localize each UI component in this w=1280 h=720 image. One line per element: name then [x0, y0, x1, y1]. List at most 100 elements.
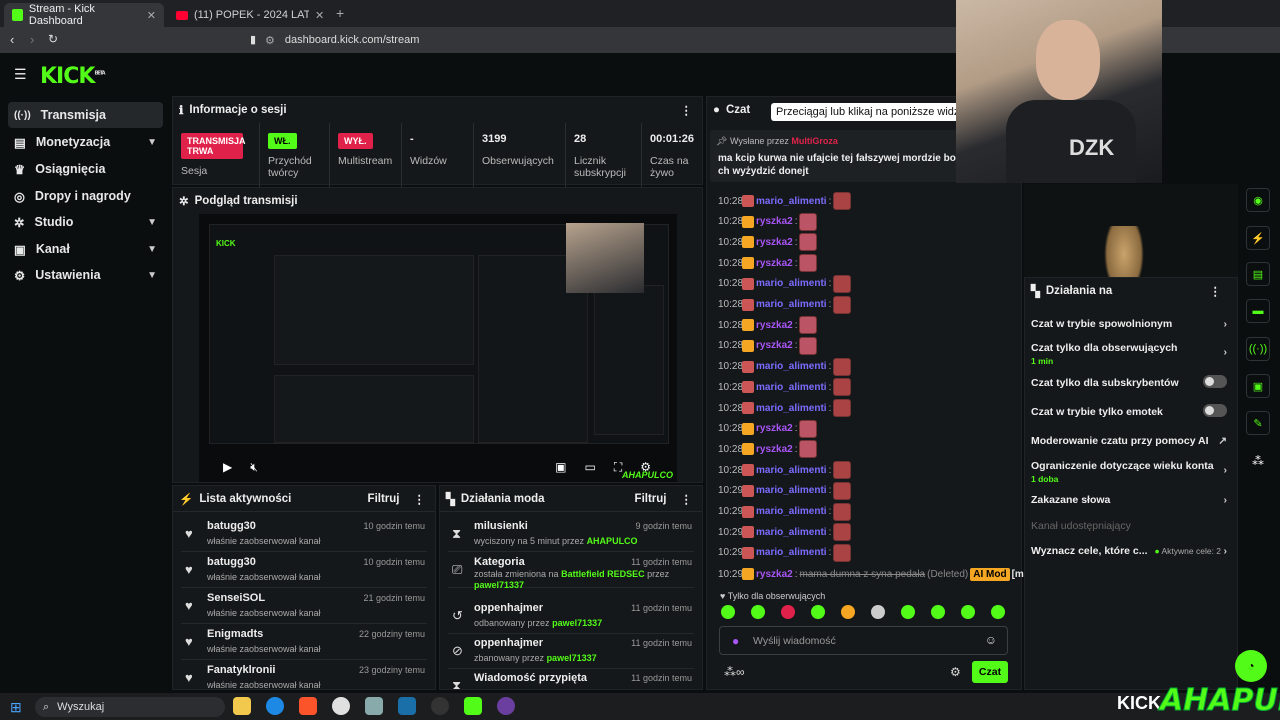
- sidebar-item-monetyzacja[interactable]: ▤ Monetyzacja ▼: [8, 129, 163, 155]
- mod-target[interactable]: oppenhajmer: [474, 637, 543, 649]
- sidebar-item-kanal[interactable]: ▣ Kanał ▼: [8, 236, 163, 262]
- forward-icon[interactable]: ›: [30, 32, 34, 47]
- emote-icon[interactable]: [931, 605, 945, 619]
- chat-user[interactable]: mario_alimenti: [756, 403, 827, 414]
- lightning-widget-icon[interactable]: ⚡: [1246, 226, 1270, 250]
- chat-user[interactable]: mario_alimenti: [756, 361, 827, 372]
- tools-widget-icon[interactable]: ✎: [1246, 411, 1270, 435]
- browser-tab-active[interactable]: Stream - Kick Dashboard ✕: [4, 3, 164, 27]
- activity-user[interactable]: batugg30: [207, 556, 256, 568]
- chat-user[interactable]: mario_alimenti: [756, 299, 827, 310]
- mute-icon[interactable]: 🔇︎: [250, 460, 258, 475]
- followers-only-item[interactable]: Czat tylko dla obserwujących 1 min ›: [1031, 342, 1227, 366]
- chat-user[interactable]: mario_alimenti: [756, 465, 827, 476]
- app-icon[interactable]: [497, 697, 515, 715]
- emote-icon[interactable]: [841, 605, 855, 619]
- activity-user[interactable]: batugg30: [207, 520, 256, 532]
- chat-user[interactable]: mario_alimenti: [756, 278, 827, 289]
- sidebar-item-transmisja[interactable]: ((·)) Transmisja: [8, 102, 163, 128]
- obs-icon[interactable]: [431, 697, 449, 715]
- activity-user[interactable]: Fanatyklronii: [207, 664, 275, 676]
- more-icon[interactable]: ⋮: [681, 492, 693, 506]
- play-icon[interactable]: ▶: [223, 460, 232, 474]
- chat-settings-icon[interactable]: ⚙: [950, 665, 961, 679]
- taskbar-search[interactable]: ⌕ Wyszukaj: [35, 697, 225, 717]
- help-chat-icon[interactable]: ◔: [1235, 650, 1267, 682]
- slow-mode-item[interactable]: Czat w trybie spowolnionym ›: [1031, 318, 1227, 330]
- emote-icon[interactable]: [901, 605, 915, 619]
- back-icon[interactable]: ‹: [10, 32, 14, 47]
- notes-widget-icon[interactable]: ▤: [1246, 262, 1270, 286]
- sidebar-item-dropy[interactable]: ◎ Dropy i nagrody: [8, 183, 163, 209]
- toggle-switch[interactable]: [1203, 375, 1227, 388]
- pinned-user[interactable]: MultiGroza: [791, 136, 838, 146]
- site-info-icon[interactable]: ⚙: [265, 34, 275, 47]
- chrome-icon[interactable]: [332, 697, 350, 715]
- file-explorer-icon[interactable]: [233, 697, 251, 715]
- filter-button[interactable]: Filtruj: [635, 493, 667, 505]
- goals-item[interactable]: Wyznacz cele, które c... ● Aktywne cele:…: [1031, 545, 1227, 557]
- kick-app-icon[interactable]: [464, 697, 482, 715]
- theatre-icon[interactable]: ▭: [584, 460, 595, 474]
- emote-icon[interactable]: [871, 605, 885, 619]
- chat-user[interactable]: mario_alimenti: [756, 527, 827, 538]
- clip-icon[interactable]: ▣: [555, 460, 566, 474]
- points-widget-icon[interactable]: ⁂: [1252, 454, 1264, 468]
- layout-widget-icon[interactable]: ▣: [1246, 374, 1270, 398]
- mod-user[interactable]: pawel71337: [552, 618, 602, 628]
- chat-widget-icon[interactable]: ▬: [1246, 299, 1270, 323]
- kick-logo[interactable]: KICKBETA: [40, 64, 106, 89]
- mod-user[interactable]: pawel71337: [547, 653, 597, 663]
- video-player[interactable]: KICK ▶ 🔇︎ ▣ ▭ ⛶ ⚙ AHAPULCO: [199, 214, 677, 482]
- chat-user[interactable]: ryszka2: [756, 216, 793, 227]
- chat-user[interactable]: mario_alimenti: [756, 506, 827, 517]
- new-tab-icon[interactable]: +: [336, 5, 344, 21]
- mic-icon[interactable]: ●: [732, 634, 739, 648]
- chat-user[interactable]: ryszka2: [756, 258, 793, 269]
- address-bar[interactable]: ⚙ dashboard.kick.com/stream ↗: [265, 30, 965, 50]
- more-icon[interactable]: ⋮: [414, 492, 426, 506]
- bookmark-icon[interactable]: ▮: [250, 33, 256, 46]
- steam-icon[interactable]: [398, 697, 416, 715]
- toggle-switch[interactable]: [1203, 404, 1227, 417]
- browser-tab[interactable]: (11) POPEK - 2024 LATO (Official ✕: [168, 3, 333, 27]
- ai-moderation-item[interactable]: Moderowanie czatu przy pomocy AI ↗: [1031, 435, 1227, 447]
- send-chat-button[interactable]: Czat: [972, 661, 1008, 683]
- chat-user[interactable]: ryszka2: [756, 423, 793, 434]
- chat-user[interactable]: ryszka2: [756, 237, 793, 248]
- emote-icon[interactable]: [751, 605, 765, 619]
- broadcast-widget-icon[interactable]: ((·)): [1246, 337, 1270, 361]
- chat-user[interactable]: mario_alimenti: [756, 547, 827, 558]
- banned-words-item[interactable]: Zakazane słowa ›: [1031, 494, 1227, 506]
- more-icon[interactable]: ⋮: [681, 103, 693, 117]
- close-tab-icon[interactable]: ✕: [147, 9, 156, 22]
- mod-user[interactable]: AHAPULCO: [587, 536, 638, 546]
- chat-user[interactable]: ryszka2: [756, 340, 793, 351]
- mod-user[interactable]: pawel71337: [474, 580, 524, 590]
- emote-icon[interactable]: [961, 605, 975, 619]
- chat-user[interactable]: mario_alimenti: [756, 485, 827, 496]
- sidebar-item-ustawienia[interactable]: ⚙ Ustawienia ▼: [8, 262, 163, 288]
- activity-user[interactable]: Enigmadts: [207, 628, 263, 640]
- chat-user[interactable]: ryszka2: [756, 569, 793, 580]
- activity-user[interactable]: SenseiSOL: [207, 592, 265, 604]
- sidebar-item-studio[interactable]: ✲ Studio ▼: [8, 209, 163, 235]
- reload-icon[interactable]: ↻: [48, 32, 58, 46]
- account-age-item[interactable]: Ograniczenie dotyczące wieku konta 1 doba…: [1031, 460, 1227, 484]
- camera-widget-icon[interactable]: ◉: [1246, 188, 1270, 212]
- emoji-icon[interactable]: ☺: [985, 633, 997, 647]
- sidebar-item-osiagniecia[interactable]: ♛ Osiągnięcia: [8, 156, 163, 182]
- chat-input[interactable]: ● Wyślij wiadomość ☺: [719, 626, 1008, 655]
- edge-icon[interactable]: [266, 697, 284, 715]
- app-icon[interactable]: [365, 697, 383, 715]
- chat-user[interactable]: mario_alimenti: [756, 196, 827, 207]
- emote-icon[interactable]: [781, 605, 795, 619]
- close-tab-icon[interactable]: ✕: [315, 9, 324, 22]
- mod-target[interactable]: milusienki: [474, 520, 528, 532]
- windows-start-icon[interactable]: ⊞: [10, 699, 22, 716]
- more-icon[interactable]: ⋮: [1210, 284, 1222, 298]
- filter-button[interactable]: Filtruj: [368, 493, 400, 505]
- emote-icon[interactable]: [721, 605, 735, 619]
- kick-points-icon[interactable]: ⁂∞: [724, 665, 745, 679]
- emote-icon[interactable]: [811, 605, 825, 619]
